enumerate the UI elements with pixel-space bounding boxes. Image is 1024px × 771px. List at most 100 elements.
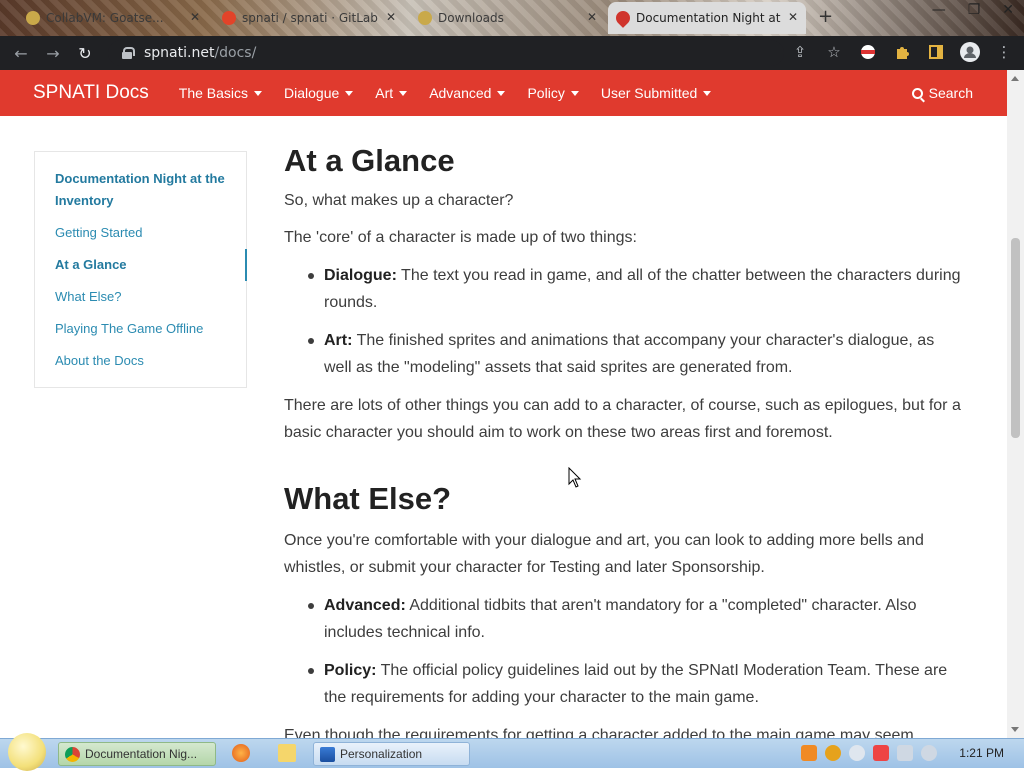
profile-avatar-icon[interactable] — [960, 42, 980, 62]
list-desc: The official policy guidelines laid out … — [324, 662, 948, 706]
core-list: Dialogue: The text you read in game, and… — [284, 262, 964, 381]
browser-tab-documentation[interactable]: Documentation Night at ✕ — [608, 2, 806, 34]
magnifier-tray-icon[interactable] — [825, 745, 842, 761]
caret-down-icon — [399, 90, 408, 96]
minimize-button[interactable]: — — [932, 2, 946, 18]
nav-label: Advanced — [429, 85, 492, 101]
extras-list: Advanced: Additional tidbits that aren't… — [284, 592, 964, 711]
nav-policy[interactable]: Policy — [527, 85, 579, 101]
search-icon — [911, 87, 923, 99]
toc-active-indicator — [245, 249, 247, 281]
side-panel-icon[interactable] — [926, 42, 946, 62]
toc-item-at-a-glance[interactable]: At a Glance — [55, 254, 226, 276]
heart-icon — [613, 8, 633, 28]
paragraph: The 'core' of a character is made up of … — [284, 229, 637, 246]
tab-favicon-icon — [26, 11, 40, 25]
list-term: Dialogue: — [324, 267, 397, 284]
toc-item-playing-offline[interactable]: Playing The Game Offline — [55, 318, 226, 340]
extension-flag-icon[interactable] — [858, 42, 878, 62]
nav-label: Art — [375, 85, 394, 101]
list-term: Art: — [324, 332, 353, 349]
task-label: Documentation Nig... — [85, 747, 198, 761]
system-tray: 1:21 PM — [801, 745, 1014, 761]
doc-content: At a Glance So, what makes up a characte… — [284, 116, 964, 738]
toc-item-about-docs[interactable]: About the Docs — [55, 350, 226, 372]
nav-the-basics[interactable]: The Basics — [178, 85, 263, 101]
address-bar[interactable]: spnati.net/docs/ — [108, 40, 784, 66]
url-path: /docs/ — [214, 45, 257, 61]
caret-down-icon — [254, 90, 263, 96]
site-navbar: SPNATI Docs The Basics Dialogue Art Adva… — [0, 70, 1007, 116]
tab-title: CollabVM: Goatse... — [46, 11, 164, 25]
taskbar-item-chrome[interactable]: Documentation Nig... — [58, 742, 216, 766]
toc-item-documentation-night[interactable]: Documentation Night at the Inventory — [55, 168, 226, 212]
list-item: Dialogue: The text you read in game, and… — [308, 262, 964, 316]
search-button[interactable]: Search — [911, 85, 973, 101]
search-label: Search — [928, 85, 973, 101]
page-body: Documentation Night at the Inventory Get… — [0, 116, 1007, 738]
nav-label: Dialogue — [284, 85, 340, 101]
toc-item-what-else[interactable]: What Else? — [55, 286, 226, 308]
site-brand-link[interactable]: SPNATI Docs — [33, 82, 149, 104]
windows-taskbar: Documentation Nig... Personalization 1:2… — [0, 733, 1024, 771]
browser-tab-collabvm[interactable]: CollabVM: Goatse... ✕ — [18, 2, 208, 34]
taskbar-item-personalization[interactable]: Personalization — [313, 742, 470, 766]
share-icon[interactable]: ⇪ — [790, 42, 810, 62]
start-button[interactable] — [8, 733, 46, 771]
caret-down-icon — [497, 90, 506, 96]
task-label: Personalization — [340, 747, 423, 761]
action-center-flag-icon[interactable] — [873, 745, 890, 761]
volume-icon[interactable] — [921, 745, 938, 761]
list-desc: Additional tidbits that aren't mandatory… — [324, 597, 917, 641]
toc-item-getting-started[interactable]: Getting Started — [55, 222, 226, 244]
gitlab-icon — [222, 11, 236, 25]
page-scrollbar[interactable] — [1007, 70, 1024, 738]
network-icon[interactable] — [897, 745, 914, 761]
close-icon[interactable]: ✕ — [587, 10, 597, 24]
scroll-up-arrow-icon[interactable] — [1011, 76, 1019, 81]
list-item: Art: The finished sprites and animations… — [308, 327, 964, 381]
scroll-down-arrow-icon[interactable] — [1011, 727, 1019, 732]
list-desc: The text you read in game, and all of th… — [324, 267, 961, 311]
more-menu-icon[interactable]: ⋮ — [994, 42, 1014, 62]
close-icon[interactable]: ✕ — [190, 10, 200, 24]
scrollbar-thumb[interactable] — [1011, 238, 1020, 438]
nav-label: The Basics — [178, 85, 249, 101]
list-item: Advanced: Additional tidbits that aren't… — [308, 592, 964, 646]
browser-tab-gitlab[interactable]: spnati / spnati · GitLab ✕ — [214, 2, 404, 34]
tab-title: Documentation Night at — [636, 11, 781, 25]
close-window-button[interactable]: ✕ — [1002, 2, 1014, 18]
paragraph: So, what makes up a character? — [284, 192, 514, 209]
nav-user-submitted[interactable]: User Submitted — [601, 85, 712, 101]
back-arrow-icon[interactable]: ← — [10, 42, 32, 64]
flag-icon — [861, 45, 875, 59]
new-tab-button[interactable]: + — [818, 6, 833, 27]
maximize-button[interactable]: ❐ — [968, 2, 981, 18]
bookmark-star-icon[interactable]: ☆ — [824, 42, 844, 62]
tab-title: spnati / spnati · GitLab — [242, 11, 378, 25]
forward-arrow-icon[interactable]: → — [42, 42, 64, 64]
emoji-tray-icon[interactable] — [849, 745, 866, 761]
paragraph: Even though the requirements for getting… — [284, 727, 914, 738]
file-explorer-icon[interactable] — [278, 744, 296, 762]
nav-art[interactable]: Art — [375, 85, 408, 101]
lock-icon — [122, 47, 135, 59]
nav-dialogue[interactable]: Dialogue — [284, 85, 354, 101]
list-item: Policy: The official policy guidelines l… — [308, 657, 964, 711]
taskbar-clock[interactable]: 1:21 PM — [959, 746, 1004, 760]
browser-tab-downloads[interactable]: Downloads ✕ — [410, 2, 605, 34]
caret-down-icon — [703, 90, 712, 96]
downloads-icon — [418, 11, 432, 25]
extensions-puzzle-icon[interactable] — [892, 42, 912, 62]
caret-down-icon — [345, 90, 354, 96]
browser-toolbar: ← → ↻ spnati.net/docs/ ⇪ ☆ ⋮ — [0, 36, 1024, 70]
tray-app-icon[interactable] — [801, 745, 818, 761]
heading-what-else: What Else? — [284, 481, 452, 516]
reload-icon[interactable]: ↻ — [74, 42, 96, 64]
close-icon[interactable]: ✕ — [386, 10, 396, 24]
close-icon[interactable]: ✕ — [788, 10, 798, 24]
firefox-icon[interactable] — [232, 744, 250, 762]
nav-label: Policy — [527, 85, 565, 101]
nav-advanced[interactable]: Advanced — [429, 85, 506, 101]
personalization-icon — [320, 747, 335, 762]
